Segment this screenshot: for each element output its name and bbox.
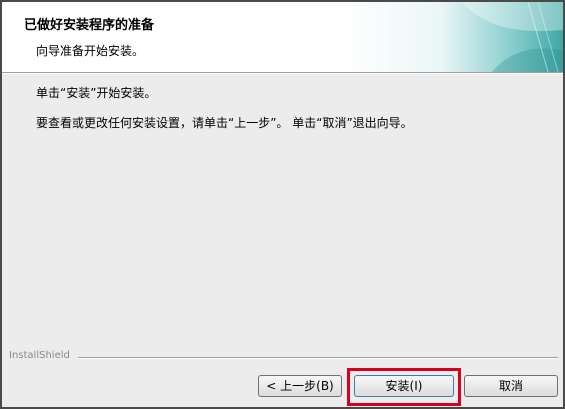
brand-row: InstallShield [2, 350, 563, 364]
page-title: 已做好安装程序的准备 [24, 18, 155, 33]
cancel-button[interactable]: 取消 [464, 375, 558, 397]
back-button[interactable]: < 上一步(B) [258, 375, 342, 397]
installer-window: 已做好安装程序的准备 向导准备开始安装。 单击“安装”开始安装。 要查看或更改任… [0, 0, 565, 409]
header-panel: 已做好安装程序的准备 向导准备开始安装。 [2, 2, 563, 72]
banner-graphic [342, 2, 563, 72]
header-separator [2, 72, 563, 74]
installshield-brand: InstallShield [9, 350, 70, 361]
instruction-install: 单击“安装”开始安装。 [36, 86, 157, 100]
instruction-review: 要查看或更改任何安装设置，请单击“上一步”。 单击“取消”退出向导。 [36, 116, 413, 130]
install-button[interactable]: 安装(I) [354, 375, 454, 397]
brand-divider [78, 357, 558, 359]
page-subtitle: 向导准备开始安装。 [36, 44, 145, 58]
